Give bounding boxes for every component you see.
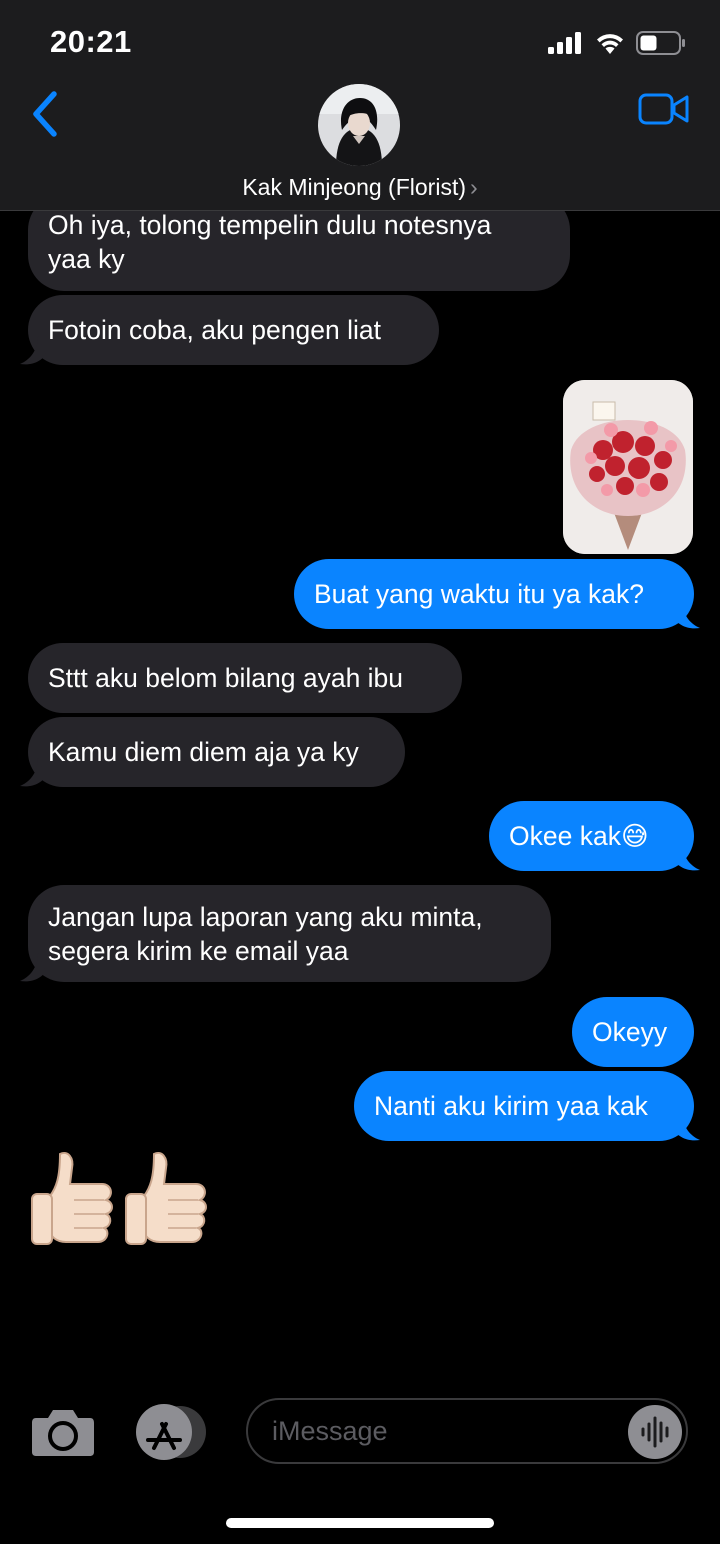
- video-call-icon[interactable]: [638, 92, 690, 126]
- contact-name-label: Kak Minjeong (Florist): [242, 174, 466, 200]
- contact-avatar[interactable]: [318, 84, 400, 166]
- message-text-line: segera kirim ke email yaa: [48, 936, 349, 966]
- message-text: Kamu diem diem aja ya ky: [48, 737, 359, 767]
- home-indicator[interactable]: [226, 1518, 494, 1528]
- app-store-icon[interactable]: [134, 1404, 208, 1460]
- message-text: Buat yang waktu itu ya kak?: [314, 579, 644, 609]
- waveform-icon: [641, 1416, 669, 1448]
- bubble-tail: [20, 953, 46, 982]
- contact-name[interactable]: Kak Minjeong (Florist) ›: [0, 174, 720, 201]
- message-text: Nanti aku kirim yaa kak: [374, 1091, 648, 1121]
- cellular-signal-icon: [548, 32, 581, 54]
- audio-message-button[interactable]: [628, 1405, 682, 1459]
- outgoing-message-bubble[interactable]: Okee kak😅: [489, 801, 694, 871]
- camera-icon[interactable]: [30, 1404, 96, 1460]
- message-input[interactable]: iMessage: [246, 1398, 688, 1464]
- message-text: Fotoin coba, aku pengen liat: [48, 315, 381, 345]
- back-chevron-icon[interactable]: [26, 88, 66, 140]
- conversation-header: 20:21 Kak Minjeong (Florist) ›: [0, 0, 720, 211]
- bubble-tail: [674, 1112, 700, 1141]
- outgoing-message-bubble[interactable]: Buat yang waktu itu ya kak?: [294, 559, 694, 629]
- incoming-message-bubble[interactable]: Jangan lupa laporan yang aku minta, sege…: [28, 885, 551, 982]
- outgoing-message-bubble[interactable]: Okeyy: [572, 997, 694, 1067]
- message-input-placeholder: iMessage: [272, 1416, 388, 1446]
- flower-bouquet-photo[interactable]: [563, 380, 693, 554]
- avatar-image: [318, 84, 400, 166]
- chevron-right-icon: ›: [470, 174, 478, 200]
- sweat-smile-emoji: 😅: [620, 821, 649, 851]
- message-text: Okeyy: [592, 1017, 668, 1047]
- incoming-message-bubble[interactable]: Fotoin coba, aku pengen liat: [28, 295, 439, 365]
- message-text-line: Oh iya, tolong tempelin dulu notesnya: [48, 210, 492, 240]
- thumbs-up-icon: [31, 1152, 113, 1245]
- large-emoji-message[interactable]: [30, 1150, 212, 1246]
- bubble-tail: [674, 842, 700, 871]
- message-text: Okee kak: [509, 821, 621, 851]
- status-icons: [548, 28, 686, 58]
- battery-icon: [636, 31, 685, 55]
- status-time: 20:21: [50, 24, 132, 59]
- bouquet-image: [563, 380, 693, 554]
- bubble-tail: [20, 336, 46, 365]
- wifi-icon: [597, 34, 623, 54]
- message-text: Sttt aku belom bilang ayah ibu: [48, 663, 404, 693]
- bubble-tail: [20, 758, 46, 787]
- outgoing-message-bubble[interactable]: Nanti aku kirim yaa kak: [354, 1071, 694, 1141]
- bubble-tail: [674, 600, 700, 629]
- incoming-message-bubble[interactable]: Sttt aku belom bilang ayah ibu: [28, 643, 462, 713]
- message-text-line: yaa ky: [48, 244, 125, 274]
- message-text-line: Jangan lupa laporan yang aku minta,: [48, 902, 483, 932]
- thumbs-up-icon: [125, 1152, 207, 1245]
- incoming-message-bubble[interactable]: Kamu diem diem aja ya ky: [28, 717, 405, 787]
